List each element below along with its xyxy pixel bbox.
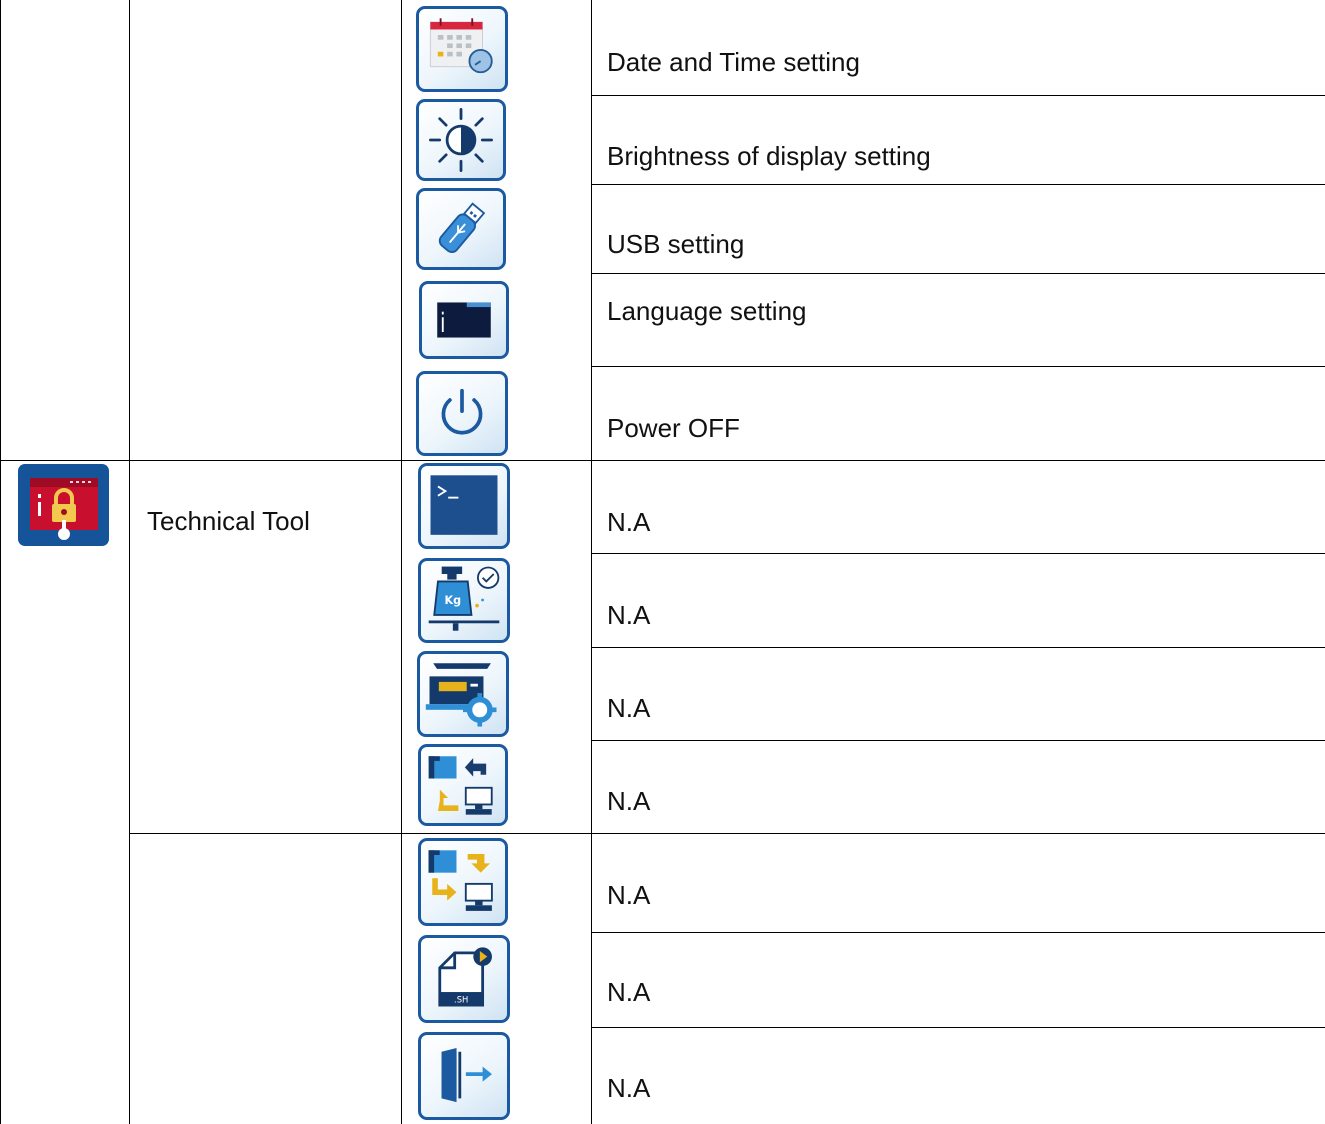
row-label: N.A bbox=[607, 786, 651, 816]
row-line bbox=[591, 273, 1325, 274]
row-label: N.A bbox=[607, 507, 651, 537]
row-line bbox=[591, 184, 1325, 185]
data-import-icon[interactable] bbox=[418, 744, 508, 826]
calendar-clock-icon[interactable] bbox=[416, 6, 508, 92]
row-line bbox=[591, 366, 1325, 367]
row-label: N.A bbox=[607, 600, 651, 630]
svg-text:Kg: Kg bbox=[445, 594, 462, 607]
svg-text:.SH: .SH bbox=[454, 994, 468, 1004]
power-icon[interactable] bbox=[416, 371, 508, 456]
row-label: Language setting bbox=[607, 296, 807, 326]
row-label: Brightness of display setting bbox=[607, 141, 931, 171]
row-label: N.A bbox=[607, 977, 651, 1007]
row-label: Power OFF bbox=[607, 413, 740, 443]
row-line bbox=[591, 647, 1325, 648]
row-line bbox=[591, 95, 1325, 96]
exit-icon[interactable] bbox=[418, 1032, 510, 1120]
run-script-icon[interactable]: .SH bbox=[418, 935, 510, 1023]
brightness-icon[interactable] bbox=[416, 99, 506, 181]
row-line bbox=[591, 932, 1325, 933]
terminal-icon[interactable] bbox=[418, 463, 510, 549]
row-line bbox=[591, 553, 1325, 554]
row-label: Date and Time setting bbox=[607, 47, 860, 77]
col-line-1 bbox=[0, 0, 1, 1124]
row-label: N.A bbox=[607, 880, 651, 910]
usb-drive-icon[interactable] bbox=[416, 188, 506, 270]
row-line bbox=[129, 833, 1325, 834]
section-line bbox=[0, 460, 1325, 461]
data-export-icon[interactable] bbox=[418, 838, 508, 926]
weight-calibration-icon[interactable]: Kg bbox=[418, 558, 510, 643]
row-label: N.A bbox=[607, 1073, 651, 1103]
row-label: N.A bbox=[607, 693, 651, 723]
technical-tool-lock-icon[interactable] bbox=[18, 464, 109, 546]
row-line bbox=[591, 1027, 1325, 1028]
col-line-3 bbox=[401, 0, 402, 1124]
technical-tool-label: Technical Tool bbox=[147, 506, 310, 536]
col-line-4 bbox=[591, 0, 592, 1124]
row-label: USB setting bbox=[607, 229, 745, 259]
col-line-2 bbox=[129, 0, 130, 1124]
language-folder-icon[interactable] bbox=[419, 281, 509, 359]
row-line bbox=[591, 740, 1325, 741]
scale-settings-icon[interactable] bbox=[417, 651, 509, 737]
